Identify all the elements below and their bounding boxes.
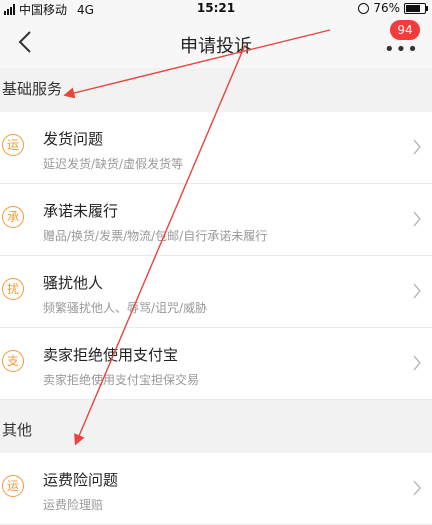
- chevron-right-icon: [413, 283, 421, 299]
- chevron-right-icon: [413, 355, 421, 371]
- chevron-right-icon: [413, 211, 421, 227]
- item-subtitle: 运费险理赔: [43, 498, 104, 512]
- item-subtitle: 频繁骚扰他人、辱骂/诅咒/威胁: [43, 301, 208, 315]
- list-item-harassment[interactable]: 扰 骚扰他人 频繁骚扰他人、辱骂/诅咒/威胁: [0, 256, 432, 328]
- harassment-icon: 扰: [2, 278, 24, 300]
- chevron-right-icon: [413, 480, 421, 496]
- list-item-freight-insurance[interactable]: 运 运费险问题 运费险理赔: [0, 453, 432, 525]
- status-bar: 中国移动 4G 15:21 76%: [0, 0, 432, 18]
- list-item-promise[interactable]: 承 承诺未履行 赠品/换货/发票/物流/包邮/自行承诺未履行: [0, 184, 432, 256]
- battery-label: 76%: [373, 1, 400, 15]
- item-subtitle: 延迟发货/缺货/虚假发货等: [43, 157, 184, 171]
- list-item-alipay[interactable]: 支 卖家拒绝使用支付宝 卖家拒绝使用支付宝担保交易: [0, 328, 432, 400]
- item-title: 承诺未履行: [43, 202, 119, 220]
- promise-icon: 承: [2, 206, 24, 228]
- battery-icon: [404, 2, 428, 14]
- alarm-icon: [358, 2, 370, 14]
- page-title: 申请投诉: [180, 36, 252, 57]
- more-button[interactable]: ••• 94: [382, 20, 420, 59]
- status-right: 76%: [358, 1, 428, 15]
- nav-bar: 申请投诉 ••• 94: [0, 18, 432, 68]
- chevron-right-icon: [413, 139, 421, 155]
- item-subtitle: 赠品/换货/发票/物流/包邮/自行承诺未履行: [43, 229, 268, 243]
- item-title: 骚扰他人: [43, 274, 104, 292]
- alipay-icon: 支: [2, 350, 24, 372]
- item-title: 卖家拒绝使用支付宝: [43, 346, 179, 364]
- shipping-icon: 运: [2, 134, 24, 156]
- list-item-shipping[interactable]: 运 发货问题 延迟发货/缺货/虚假发货等: [0, 112, 432, 184]
- freight-icon: 运: [2, 475, 24, 497]
- notification-badge: 94: [390, 20, 420, 40]
- item-subtitle: 卖家拒绝使用支付宝担保交易: [43, 373, 200, 387]
- more-dots-icon: •••: [384, 39, 419, 60]
- section-header-basic: 基础服务: [2, 80, 63, 98]
- item-title: 运费险问题: [43, 471, 119, 489]
- section-header-other: 其他: [2, 421, 33, 439]
- item-title: 发货问题: [43, 130, 104, 148]
